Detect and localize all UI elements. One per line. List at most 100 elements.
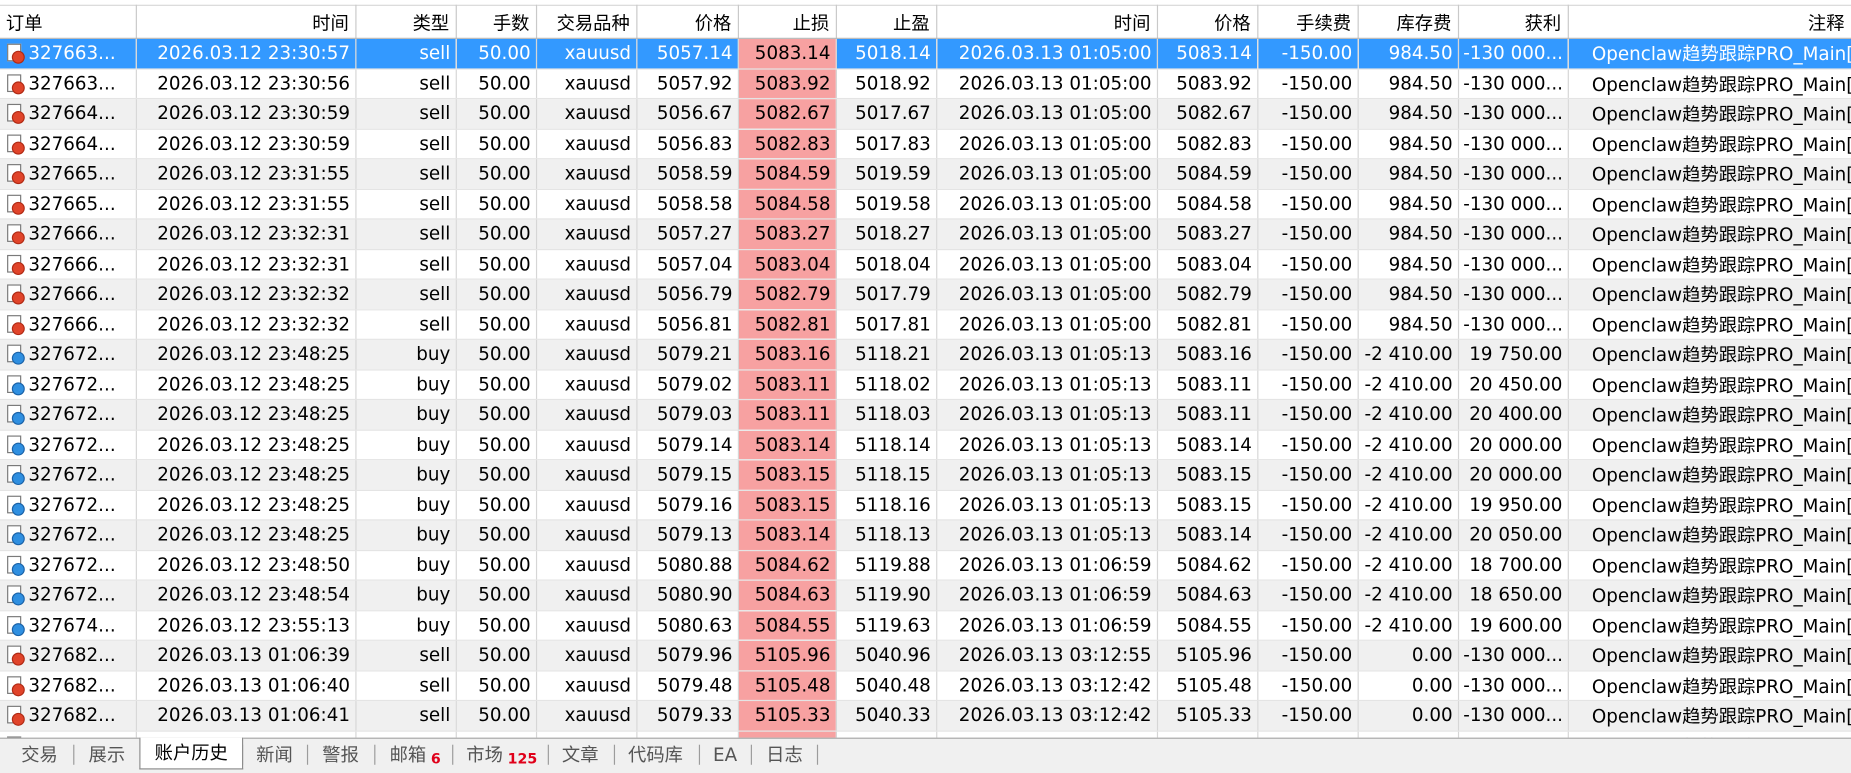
table-row[interactable]: 327672... 2026.03.12 23:48:54 buy 50.00 xauu… — [0, 580, 1851, 611]
table-row[interactable]: 327663... 2026.03.12 23:30:57 sell 50.00 xau… — [0, 38, 1851, 70]
table-row[interactable]: 327665... 2026.03.12 23:31:55 sell 50.00 xau… — [0, 158, 1851, 190]
sell-order-icon — [7, 284, 25, 305]
order-id: 327672... — [28, 494, 116, 516]
table-row[interactable]: 327682... 2026.03.13 01:06:40 sell 50.00 xau… — [0, 670, 1851, 702]
col-open-time-header[interactable]: 时间 — [135, 4, 356, 39]
tab-market[interactable]: 市场 125 — [466, 741, 537, 769]
table-row[interactable]: 327666... 2026.03.12 23:32:32 sell 50.00 xau… — [0, 279, 1851, 310]
swap-cell: -2 410.00 — [1357, 339, 1459, 370]
col-close-price-header[interactable]: 价格 — [1156, 4, 1258, 39]
stop-loss-cell: 5083.14 — [737, 429, 837, 461]
col-swap-header[interactable]: 库存费 — [1357, 4, 1459, 39]
table-row[interactable]: 327672... 2026.03.12 23:48:25 buy 50.00 xauu… — [0, 429, 1851, 461]
symbol-cell: xauusd — [535, 218, 637, 250]
type-cell: sell — [355, 640, 457, 671]
take-profit-cell: 5118.14 — [835, 429, 937, 461]
tab-news[interactable]: 新闻 — [256, 741, 293, 769]
comment-cell: Openclaw趋势跟踪PRO_Main[s — [1567, 369, 1851, 401]
profit-cell: 19 600.00 — [1457, 610, 1569, 641]
close-price-cell: 5082.79 — [1156, 279, 1258, 310]
tab-code-base[interactable]: 代码库 — [628, 741, 683, 769]
stop-loss-cell: 5084.59 — [737, 158, 837, 190]
buy-order-icon — [7, 375, 25, 396]
comment-cell: Openclaw趋势跟踪PRO_Main[s — [1567, 158, 1851, 190]
type-cell: sell — [355, 670, 457, 702]
table-row[interactable]: 327682... 2026.03.13 01:06:41sell50.00xau… — [0, 700, 1851, 732]
table-row[interactable]: 327672... 2026.03.12 23:48:25 buy 50.00 xauu… — [0, 399, 1851, 431]
close-price-cell: 5083.27 — [1156, 218, 1258, 250]
tab-account-history[interactable]: 账户历史 — [139, 737, 244, 770]
order-id: 327663... — [28, 72, 116, 95]
order-cell: 327672... — [0, 429, 137, 461]
tab-articles[interactable]: 文章 — [562, 741, 599, 769]
comment-cell: Openclaw趋势跟踪PRO_Main[s — [1567, 519, 1851, 551]
col-commission-header[interactable]: 手续费 — [1257, 4, 1359, 39]
volume-cell: 50.00 — [455, 128, 537, 160]
table-row[interactable]: 327672... 2026.03.12 23:48:50 buy 50.00 xauu… — [0, 549, 1851, 581]
type-cell: sell — [355, 158, 457, 190]
close-price-cell: 5083.14 — [1156, 429, 1258, 461]
commission-cell: -150.00 — [1257, 98, 1359, 130]
col-comment-header[interactable]: 注释 — [1567, 4, 1851, 39]
col-stop-loss-header[interactable]: 止损 — [737, 4, 837, 39]
type-cell: sell — [355, 128, 457, 160]
col-profit-header[interactable]: 获利 — [1457, 4, 1569, 39]
symbol-cell: xauusd — [535, 188, 637, 220]
volume-cell: 50.00 — [455, 399, 537, 431]
type-cell: sell — [355, 249, 457, 280]
close-price-cell: 5105.33 — [1156, 700, 1258, 732]
tab-trade[interactable]: 交易 — [21, 741, 58, 769]
tab-alerts[interactable]: 警报 — [322, 741, 359, 769]
tab-journal[interactable]: 日志 — [766, 741, 803, 769]
table-row[interactable]: 327674... 2026.03.12 23:55:13 buy 50.00 xauu… — [0, 610, 1851, 641]
col-symbol-header[interactable]: 交易品种 — [535, 4, 637, 39]
symbol-cell: xauusd — [535, 549, 637, 581]
col-volume-header[interactable]: 手数 — [455, 4, 537, 39]
table-row[interactable]: 327665... 2026.03.12 23:31:55 sell 50.00 xau… — [0, 188, 1851, 220]
table-row[interactable]: 327664... 2026.03.12 23:30:59 sell 50.00 xau… — [0, 98, 1851, 130]
tab-label: 日志 — [766, 744, 803, 766]
comment-cell: Openclaw趋势跟踪PRO_Main[s — [1567, 38, 1851, 70]
open-price-cell: 5057.92 — [636, 68, 739, 100]
type-cell: buy — [355, 339, 457, 370]
stop-loss-cell: 5083.14 — [737, 38, 837, 70]
table-row[interactable]: 327672... 2026.03.12 23:48:25 buy 50.00 xauu… — [0, 489, 1851, 521]
col-take-profit-header[interactable]: 止盈 — [835, 4, 937, 39]
comment-cell: Openclaw趋势跟踪PRO_Main[s — [1567, 640, 1851, 671]
col-close-time-header[interactable]: 时间 — [936, 4, 1158, 39]
tab-exposure[interactable]: 展示 — [89, 741, 126, 769]
tab-label: 账户历史 — [154, 742, 228, 764]
table-row[interactable]: 327666... 2026.03.12 23:32:31 sell 50.00 xau… — [0, 249, 1851, 280]
order-id: 327672... — [28, 584, 116, 606]
col-type-header[interactable]: 类型 — [355, 4, 457, 39]
stop-loss-cell: 5083.27 — [737, 218, 837, 250]
table-row[interactable]: 327664... 2026.03.12 23:30:59 sell 50.00 xau… — [0, 128, 1851, 160]
sell-order-icon — [7, 164, 25, 185]
volume-cell: 50.00 — [455, 459, 537, 491]
tab-separator — [750, 744, 752, 765]
open-price-cell: 5057.27 — [636, 218, 739, 250]
open-price-cell: 5079.21 — [636, 339, 739, 370]
swap-cell: -2 410.00 — [1357, 429, 1459, 461]
type-cell: sell — [355, 188, 457, 220]
table-row[interactable]: 327663... 2026.03.12 23:30:56 sell 50.00 xau… — [0, 68, 1851, 100]
tab-experts[interactable]: EA — [713, 741, 737, 769]
table-row[interactable]: 327666... 2026.03.12 23:32:31 sell 50.00 xau… — [0, 218, 1851, 250]
order-id: 327664... — [28, 133, 116, 155]
volume-cell: 50.00 — [455, 670, 537, 702]
volume-cell: 50.00 — [455, 519, 537, 551]
stop-loss-cell: 5084.55 — [737, 610, 837, 641]
table-row[interactable]: 327666... 2026.03.12 23:32:32 sell 50.00 xau… — [0, 309, 1851, 340]
col-order-header[interactable]: 订单 — [0, 4, 137, 39]
table-row[interactable]: 327672... 2026.03.12 23:48:25 buy 50.00 xauu… — [0, 339, 1851, 370]
table-row[interactable]: 327672... 2026.03.12 23:48:25 buy 50.00 xauu… — [0, 519, 1851, 551]
table-row[interactable]: 327682... 2026.03.13 01:06:39 sell 50.00 xau… — [0, 640, 1851, 671]
take-profit-cell: 5018.04 — [835, 249, 937, 280]
open-price-cell: 5056.79 — [636, 279, 739, 310]
order-id: 327672... — [28, 343, 116, 365]
table-row[interactable]: 327672... 2026.03.12 23:48:25 buy 50.00 xauu… — [0, 459, 1851, 491]
col-open-price-header[interactable]: 价格 — [636, 4, 739, 39]
tab-mailbox[interactable]: 邮箱 6 — [390, 741, 441, 769]
table-row[interactable]: 327672... 2026.03.12 23:48:25 buy 50.00 xauu… — [0, 369, 1851, 401]
close-time-cell: 2026.03.13 01:05:00 — [936, 158, 1158, 190]
